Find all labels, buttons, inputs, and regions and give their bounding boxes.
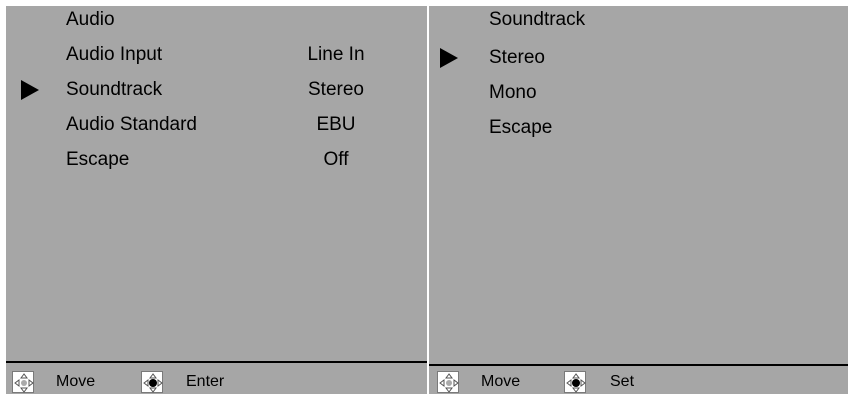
menu-item-value: Off bbox=[323, 149, 349, 170]
soundtrack-submenu-panel: Soundtrack Stereo Mono Escape Move Set bbox=[429, 6, 848, 394]
menu-item-audio-input[interactable]: Audio Input Line In bbox=[6, 41, 427, 69]
footer-divider bbox=[429, 364, 848, 366]
footer-divider bbox=[6, 361, 427, 363]
audio-menu-panel: Audio Audio Input Line In Soundtrack Ste… bbox=[6, 6, 427, 394]
dpad-leftright-icon bbox=[437, 371, 459, 393]
menu-item-escape[interactable]: Escape Off bbox=[6, 146, 427, 174]
menu-item-label: Audio Standard bbox=[66, 114, 197, 135]
soundtrack-submenu-title: Soundtrack bbox=[489, 9, 586, 30]
menu-item-audio-standard[interactable]: Audio Standard EBU bbox=[6, 111, 427, 139]
menu-item-value: Line In bbox=[307, 44, 365, 65]
footer-move-label: Move bbox=[481, 373, 521, 390]
option-label: Escape bbox=[489, 117, 553, 138]
footer-set-label: Set bbox=[610, 373, 635, 390]
footer-move-label: Move bbox=[56, 373, 96, 390]
footer-enter-label: Enter bbox=[186, 373, 225, 390]
option-escape[interactable]: Escape bbox=[429, 114, 848, 142]
menu-item-label: Audio Input bbox=[66, 44, 163, 65]
menu-item-label: Soundtrack bbox=[66, 79, 163, 100]
audio-menu-title: Audio bbox=[66, 9, 115, 30]
dpad-updown-icon bbox=[141, 371, 163, 393]
menu-item-value: EBU bbox=[316, 114, 356, 135]
dpad-updown-icon bbox=[564, 371, 586, 393]
option-label: Mono bbox=[489, 82, 537, 103]
option-label: Stereo bbox=[489, 47, 545, 68]
selection-arrow-icon bbox=[21, 80, 39, 100]
dpad-leftright-icon bbox=[12, 371, 34, 393]
menu-item-label: Escape bbox=[66, 149, 130, 170]
selection-arrow-icon bbox=[440, 48, 458, 68]
osd-screen: Audio Audio Input Line In Soundtrack Ste… bbox=[0, 0, 853, 396]
option-mono[interactable]: Mono bbox=[429, 79, 848, 107]
menu-item-soundtrack[interactable]: Soundtrack Stereo bbox=[6, 76, 427, 104]
option-stereo[interactable]: Stereo bbox=[429, 44, 848, 72]
menu-item-value: Stereo bbox=[308, 79, 364, 100]
